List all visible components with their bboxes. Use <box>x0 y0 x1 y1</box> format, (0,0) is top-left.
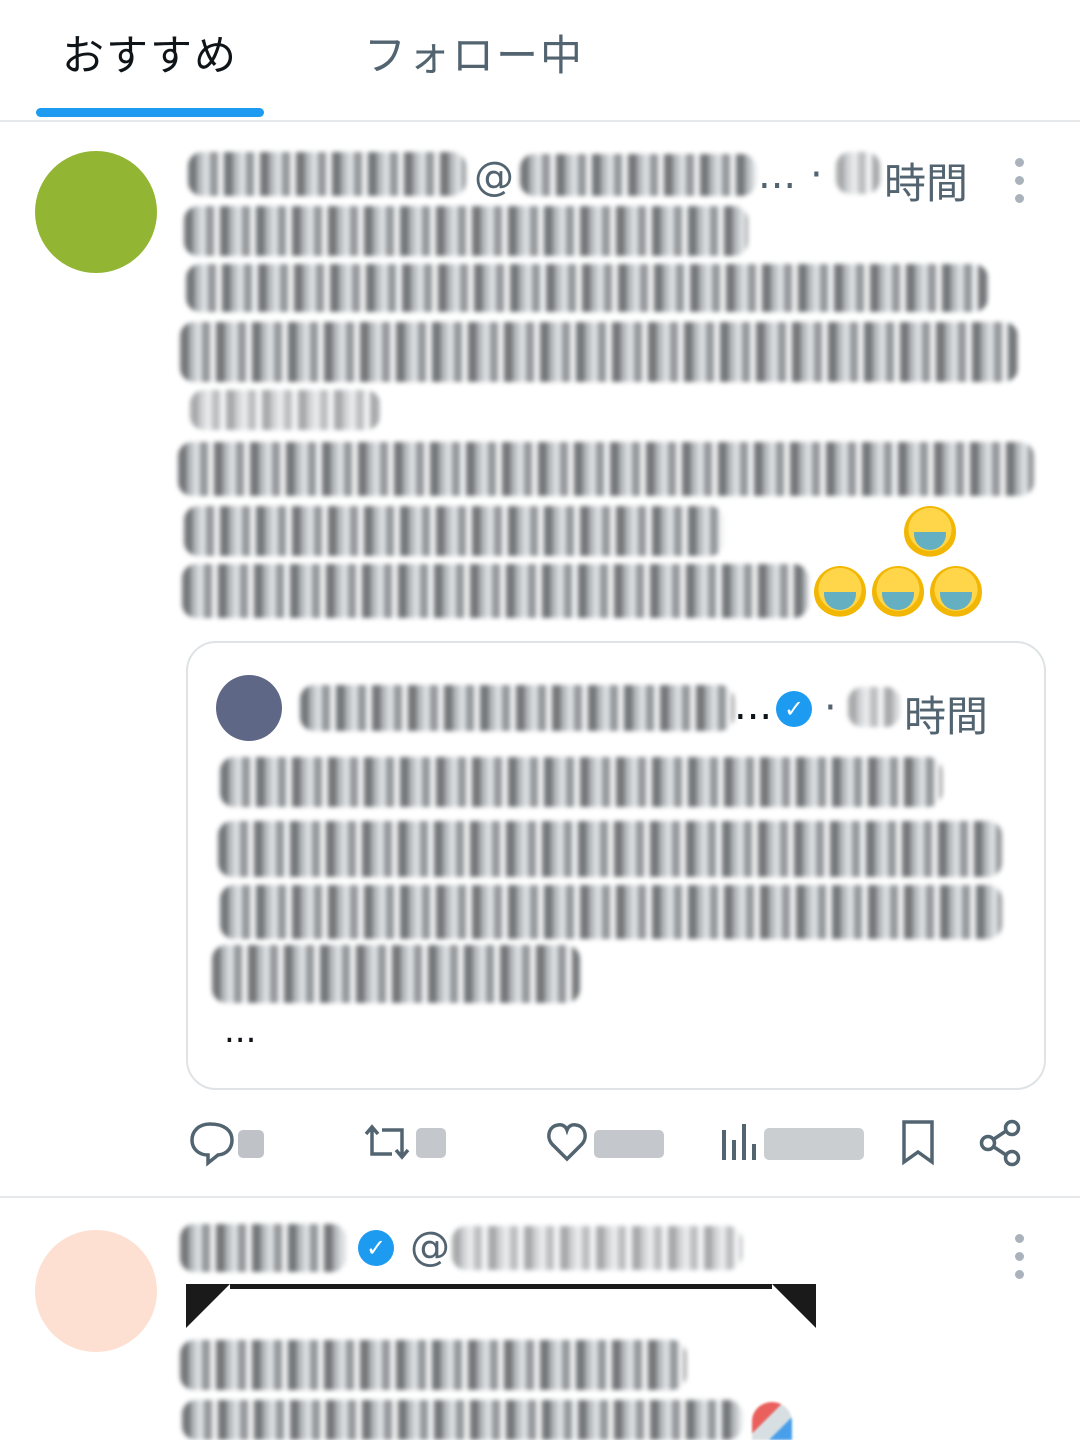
tab-recommended[interactable]: おすすめ <box>62 22 238 83</box>
post-text-line <box>180 1340 686 1390</box>
handle-ellipsis: ... <box>758 152 797 198</box>
crying-emoji-icon <box>904 506 956 558</box>
post-divider <box>0 1196 1080 1198</box>
post-text-line <box>182 564 808 618</box>
quote-name-ellipsis: ... <box>734 683 773 729</box>
quote-display-name-redacted <box>300 685 734 731</box>
handle-prefix: @ <box>410 1224 450 1270</box>
views-chart-icon <box>722 1124 864 1160</box>
bookmark-icon <box>902 1120 934 1166</box>
banner-frame <box>186 1284 816 1328</box>
quote-text-line <box>220 757 942 807</box>
quoted-post[interactable]: ... ✓ · 時間 ... <box>186 641 1046 1090</box>
share-button[interactable] <box>978 1118 1024 1168</box>
reply-button[interactable] <box>188 1118 278 1168</box>
crying-emoji-icon <box>814 566 866 618</box>
bookmark-button[interactable] <box>898 1118 938 1168</box>
emoji-icon <box>752 1402 792 1440</box>
active-tab-indicator <box>36 108 264 117</box>
share-icon <box>979 1119 1021 1167</box>
quote-truncation: ... <box>224 1011 257 1051</box>
quote-time-number-redacted <box>848 687 900 727</box>
post-text-line <box>178 442 1034 496</box>
more-vertical-icon[interactable] <box>1015 1234 1025 1288</box>
post-text-line <box>182 1400 742 1440</box>
quote-text-line <box>212 945 580 1003</box>
separator-dot: · <box>810 152 823 198</box>
post-text-line <box>186 264 988 312</box>
verified-badge-icon: ✓ <box>358 1230 394 1266</box>
quote-separator-dot: · <box>824 685 837 731</box>
display-name-redacted[interactable] <box>188 152 466 196</box>
avatar[interactable] <box>35 1230 157 1352</box>
quote-timestamp-unit: 時間 <box>904 692 989 741</box>
more-vertical-icon[interactable] <box>1015 158 1025 212</box>
post-text-line <box>184 206 748 256</box>
time-number-redacted <box>836 152 880 194</box>
display-name-redacted[interactable] <box>180 1224 346 1272</box>
reply-icon <box>190 1122 264 1167</box>
quote-text-line <box>218 821 1002 877</box>
avatar[interactable] <box>35 151 157 273</box>
timeline-tabs: おすすめ フォロー中 <box>0 0 1080 122</box>
post-text-line <box>180 322 1018 382</box>
timestamp-unit[interactable]: 時間 <box>884 150 968 211</box>
post-text-line <box>190 390 380 430</box>
quote-avatar <box>216 675 282 741</box>
post-text-line <box>184 506 724 556</box>
verified-badge-icon: ✓ <box>776 691 812 727</box>
handle-redacted <box>452 1226 742 1270</box>
views-button[interactable] <box>720 1118 870 1168</box>
crying-emoji-icon <box>872 566 924 618</box>
handle-prefix: @ <box>474 154 514 200</box>
crying-emoji-icon <box>930 566 982 618</box>
like-button[interactable] <box>546 1118 670 1168</box>
tab-following[interactable]: フォロー中 <box>364 22 584 83</box>
handle-redacted <box>520 154 756 196</box>
heart-icon <box>547 1123 664 1162</box>
repost-icon <box>364 1124 446 1160</box>
quote-text-line <box>220 885 1002 939</box>
repost-button[interactable] <box>362 1118 458 1168</box>
